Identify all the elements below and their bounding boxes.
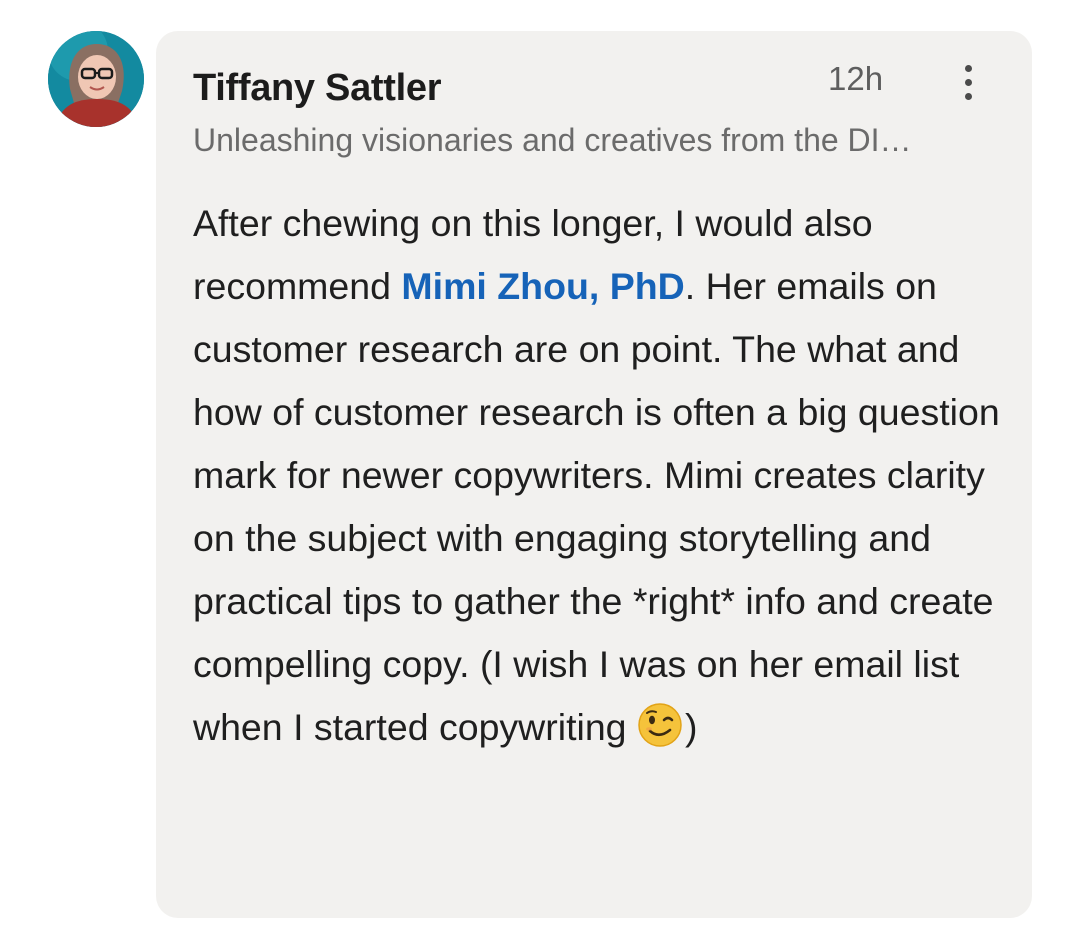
author-avatar[interactable] <box>48 31 144 127</box>
comment-text-part: . Her emails on customer research are on… <box>193 265 1000 748</box>
author-headline: Unleashing visionaries and creatives fro… <box>193 122 912 158</box>
mention-link[interactable]: Mimi Zhou, PhD <box>401 265 684 307</box>
comment-text: After chewing on this longer, I would al… <box>193 192 1003 759</box>
comment-bubble: Tiffany Sattler 12h Unleashing visionari… <box>156 31 1032 918</box>
winking-face-icon <box>637 702 683 748</box>
comment-timestamp: 12h <box>828 60 884 97</box>
comment-text-part: ) <box>684 706 698 748</box>
avatar-photo-icon <box>48 31 144 127</box>
author-name[interactable]: Tiffany Sattler <box>193 65 442 111</box>
more-vertical-icon[interactable] <box>954 61 984 105</box>
comment-thread: Tiffany Sattler 12h Unleashing visionari… <box>0 0 1069 944</box>
